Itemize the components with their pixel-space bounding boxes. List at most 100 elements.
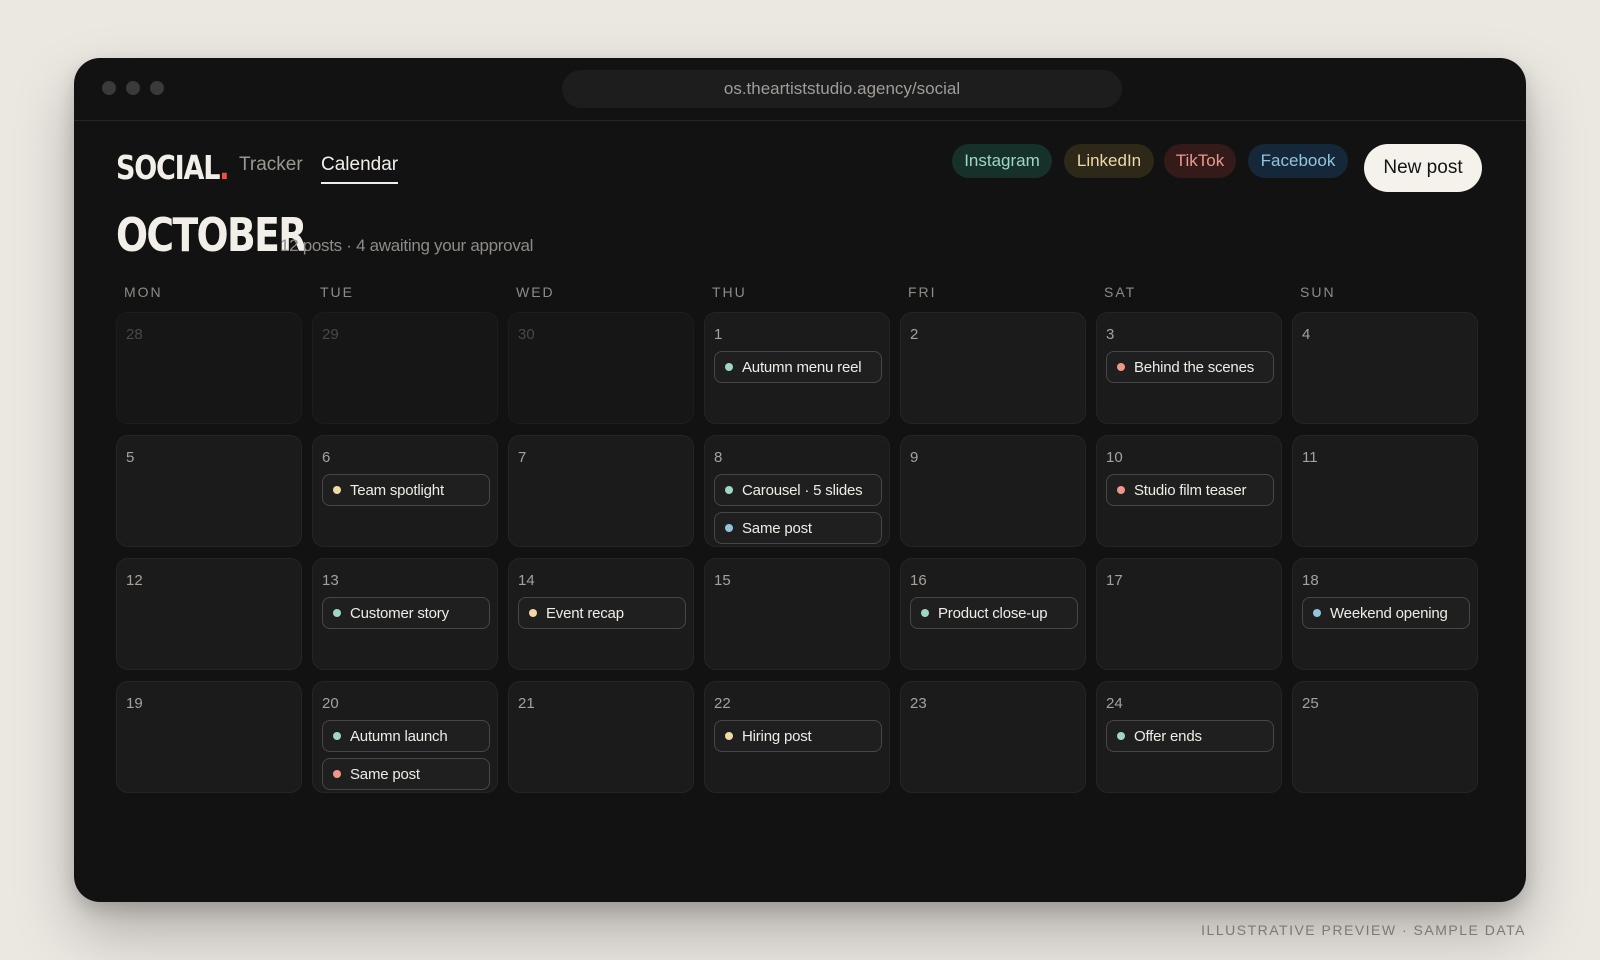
calendar-day-cell[interactable]: 17	[1096, 558, 1282, 670]
logo-text: SOCIAL	[116, 148, 220, 187]
day-number: 16	[910, 572, 927, 589]
calendar-day-cell[interactable]: 25	[1292, 681, 1478, 793]
instagram-status-dot	[725, 486, 733, 494]
linkedin-status-dot	[725, 732, 733, 740]
new-post-button[interactable]: New post	[1364, 144, 1482, 192]
post-title: Hiring post	[742, 727, 812, 745]
scheduled-post-instagram[interactable]: Product close-up	[910, 597, 1078, 629]
scheduled-post-linkedin[interactable]: Event recap	[518, 597, 686, 629]
scheduled-post-instagram[interactable]: Autumn launch	[322, 720, 490, 752]
instagram-status-dot	[1117, 732, 1125, 740]
calendar-day-cell[interactable]: 18 Weekend opening	[1292, 558, 1478, 670]
linkedin-status-dot	[529, 609, 537, 617]
calendar-day-cell[interactable]: 19	[116, 681, 302, 793]
platform-filter-linkedin[interactable]: LinkedIn	[1064, 144, 1154, 178]
calendar-day-cell[interactable]: 20 Autumn launch Same post	[312, 681, 498, 793]
tiktok-status-dot	[333, 770, 341, 778]
day-number: 19	[126, 695, 143, 712]
calendar-day-cell[interactable]: 22 Hiring post	[704, 681, 890, 793]
instagram-status-dot	[725, 363, 733, 371]
day-number: 23	[910, 695, 927, 712]
close-window-dot[interactable]	[102, 81, 116, 95]
calendar-day-cell[interactable]: 7	[508, 435, 694, 547]
day-number: 21	[518, 695, 535, 712]
day-number: 29	[322, 326, 339, 343]
day-number: 17	[1106, 572, 1123, 589]
platform-filter-facebook[interactable]: Facebook	[1248, 144, 1348, 178]
calendar-day-cell[interactable]: 6 Team spotlight	[312, 435, 498, 547]
scheduled-post-instagram[interactable]: Autumn menu reel	[714, 351, 882, 383]
calendar-day-cell[interactable]: 14 Event recap	[508, 558, 694, 670]
calendar-day-cell[interactable]: 16 Product close-up	[900, 558, 1086, 670]
calendar-day-cell[interactable]: 13 Customer story	[312, 558, 498, 670]
calendar-day-cell[interactable]: 3 Behind the scenes	[1096, 312, 1282, 424]
calendar-day-cell[interactable]: 30	[508, 312, 694, 424]
post-title: Behind the scenes	[1134, 358, 1255, 376]
day-number: 9	[910, 449, 919, 466]
app-logo[interactable]: SOCIAL.	[116, 148, 230, 187]
platform-filter-instagram[interactable]: Instagram	[952, 144, 1052, 178]
post-title: Studio film teaser	[1134, 481, 1247, 499]
instagram-status-dot	[921, 609, 929, 617]
calendar-day-cell[interactable]: 24 Offer ends	[1096, 681, 1282, 793]
scheduled-post-linkedin[interactable]: Team spotlight	[322, 474, 490, 506]
scheduled-post-tiktok[interactable]: Behind the scenes	[1106, 351, 1274, 383]
day-number: 3	[1106, 326, 1115, 343]
calendar-day-cell[interactable]: 11	[1292, 435, 1478, 547]
post-title: Autumn menu reel	[742, 358, 862, 376]
linkedin-status-dot	[333, 486, 341, 494]
day-number: 8	[714, 449, 723, 466]
calendar-day-cell[interactable]: 12	[116, 558, 302, 670]
day-number: 5	[126, 449, 135, 466]
day-number: 12	[126, 572, 143, 589]
tiktok-status-dot	[1117, 363, 1125, 371]
instagram-status-dot	[333, 732, 341, 740]
calendar-day-cell[interactable]: 1 Autumn menu reel	[704, 312, 890, 424]
post-title: Same post	[742, 519, 812, 537]
weekday-header: FRI	[908, 284, 937, 300]
calendar-day-cell[interactable]: 8 Carousel · 5 slides Same post	[704, 435, 890, 547]
preview-disclaimer: ILLUSTRATIVE PREVIEW · SAMPLE DATA	[1201, 922, 1526, 938]
day-number: 25	[1302, 695, 1319, 712]
calendar-day-cell[interactable]: 5	[116, 435, 302, 547]
scheduled-post-instagram[interactable]: Offer ends	[1106, 720, 1274, 752]
platform-filter-tiktok[interactable]: TikTok	[1164, 144, 1236, 178]
scheduled-post-instagram[interactable]: Customer story	[322, 597, 490, 629]
post-title: Product close-up	[938, 604, 1048, 622]
calendar-day-cell[interactable]: 10 Studio film teaser	[1096, 435, 1282, 547]
address-bar[interactable]: os.theartiststudio.agency/social	[562, 70, 1122, 108]
calendar-day-cell[interactable]: 9	[900, 435, 1086, 547]
calendar-day-cell[interactable]: 2	[900, 312, 1086, 424]
scheduled-post-facebook[interactable]: Same post	[714, 512, 882, 544]
scheduled-post-instagram[interactable]: Carousel · 5 slides	[714, 474, 882, 506]
minimize-window-dot[interactable]	[126, 81, 140, 95]
day-number: 7	[518, 449, 527, 466]
scheduled-post-tiktok[interactable]: Same post	[322, 758, 490, 790]
day-number: 4	[1302, 326, 1311, 343]
scheduled-post-linkedin[interactable]: Hiring post	[714, 720, 882, 752]
calendar-day-cell[interactable]: 28	[116, 312, 302, 424]
tab-tracker[interactable]: Tracker	[239, 154, 303, 182]
calendar-day-cell[interactable]: 23	[900, 681, 1086, 793]
scheduled-post-facebook[interactable]: Weekend opening	[1302, 597, 1470, 629]
day-number: 30	[518, 326, 535, 343]
scheduled-post-tiktok[interactable]: Studio film teaser	[1106, 474, 1274, 506]
calendar-day-cell[interactable]: 15	[704, 558, 890, 670]
day-number: 22	[714, 695, 731, 712]
post-title: Autumn launch	[350, 727, 448, 745]
tab-calendar[interactable]: Calendar	[321, 154, 399, 184]
calendar-day-cell[interactable]: 21	[508, 681, 694, 793]
post-title: Carousel · 5 slides	[742, 481, 863, 499]
day-number: 11	[1302, 449, 1318, 466]
weekday-header: MON	[124, 284, 163, 300]
month-summary: 12 posts · 4 awaiting your approval	[280, 236, 534, 255]
calendar-day-cell[interactable]: 29	[312, 312, 498, 424]
post-title: Team spotlight	[350, 481, 444, 499]
maximize-window-dot[interactable]	[150, 81, 164, 95]
post-title: Event recap	[546, 604, 624, 622]
browser-window: os.theartiststudio.agency/social SOCIAL.…	[74, 58, 1526, 902]
calendar-day-cell[interactable]: 4	[1292, 312, 1478, 424]
logo-dot: .	[219, 148, 229, 187]
day-number: 13	[322, 572, 339, 589]
day-number: 2	[910, 326, 919, 343]
